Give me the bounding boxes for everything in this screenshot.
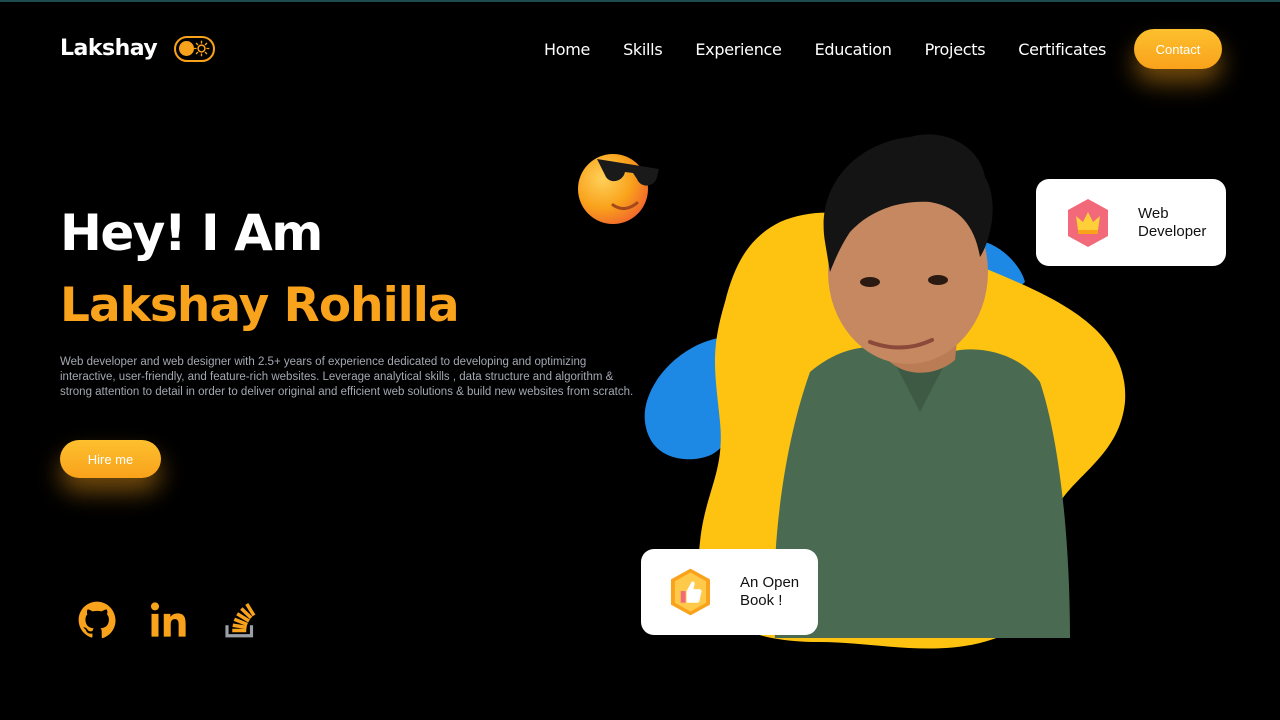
open-book-card: An Open Book ! bbox=[641, 549, 818, 635]
nav-projects[interactable]: Projects bbox=[925, 40, 986, 59]
nav-home[interactable]: Home bbox=[544, 40, 590, 59]
nav-education[interactable]: Education bbox=[815, 40, 892, 59]
social-links bbox=[76, 598, 292, 642]
thumbs-up-icon bbox=[670, 568, 710, 616]
web-card-line2: Developer bbox=[1138, 222, 1207, 240]
main-nav: Home Skills Experience Education Project… bbox=[544, 40, 1139, 59]
stackoverflow-icon[interactable] bbox=[220, 598, 262, 642]
github-icon[interactable] bbox=[76, 598, 118, 642]
open-book-card-text: An Open Book ! bbox=[740, 574, 818, 610]
linkedin-icon[interactable] bbox=[148, 598, 190, 642]
hero-name: Lakshay Rohilla bbox=[60, 278, 460, 333]
nav-certificates[interactable]: Certificates bbox=[1018, 40, 1106, 59]
book-card-line2: Book ! bbox=[739, 592, 783, 609]
sun-icon bbox=[193, 40, 210, 57]
nav-skills[interactable]: Skills bbox=[623, 40, 663, 59]
web-developer-card-text: Web Developer bbox=[1138, 205, 1218, 241]
book-card-line1: An Open bbox=[739, 574, 800, 591]
hire-me-button[interactable]: Hire me bbox=[60, 440, 161, 478]
contact-button[interactable]: Contact bbox=[1134, 29, 1222, 69]
toggle-knob bbox=[179, 41, 194, 56]
sunglasses-emoji-icon bbox=[578, 154, 659, 224]
hero-greeting: Hey! I Am bbox=[60, 204, 323, 262]
web-card-line1: Web bbox=[1138, 204, 1169, 222]
nav-experience[interactable]: Experience bbox=[695, 40, 782, 59]
theme-toggle[interactable] bbox=[174, 36, 215, 62]
web-developer-card: Web Developer bbox=[1036, 179, 1226, 266]
crown-icon bbox=[1068, 198, 1108, 247]
hero-description: Web developer and web designer with 2.5+… bbox=[60, 356, 634, 398]
logo[interactable]: Lakshay bbox=[60, 36, 158, 61]
